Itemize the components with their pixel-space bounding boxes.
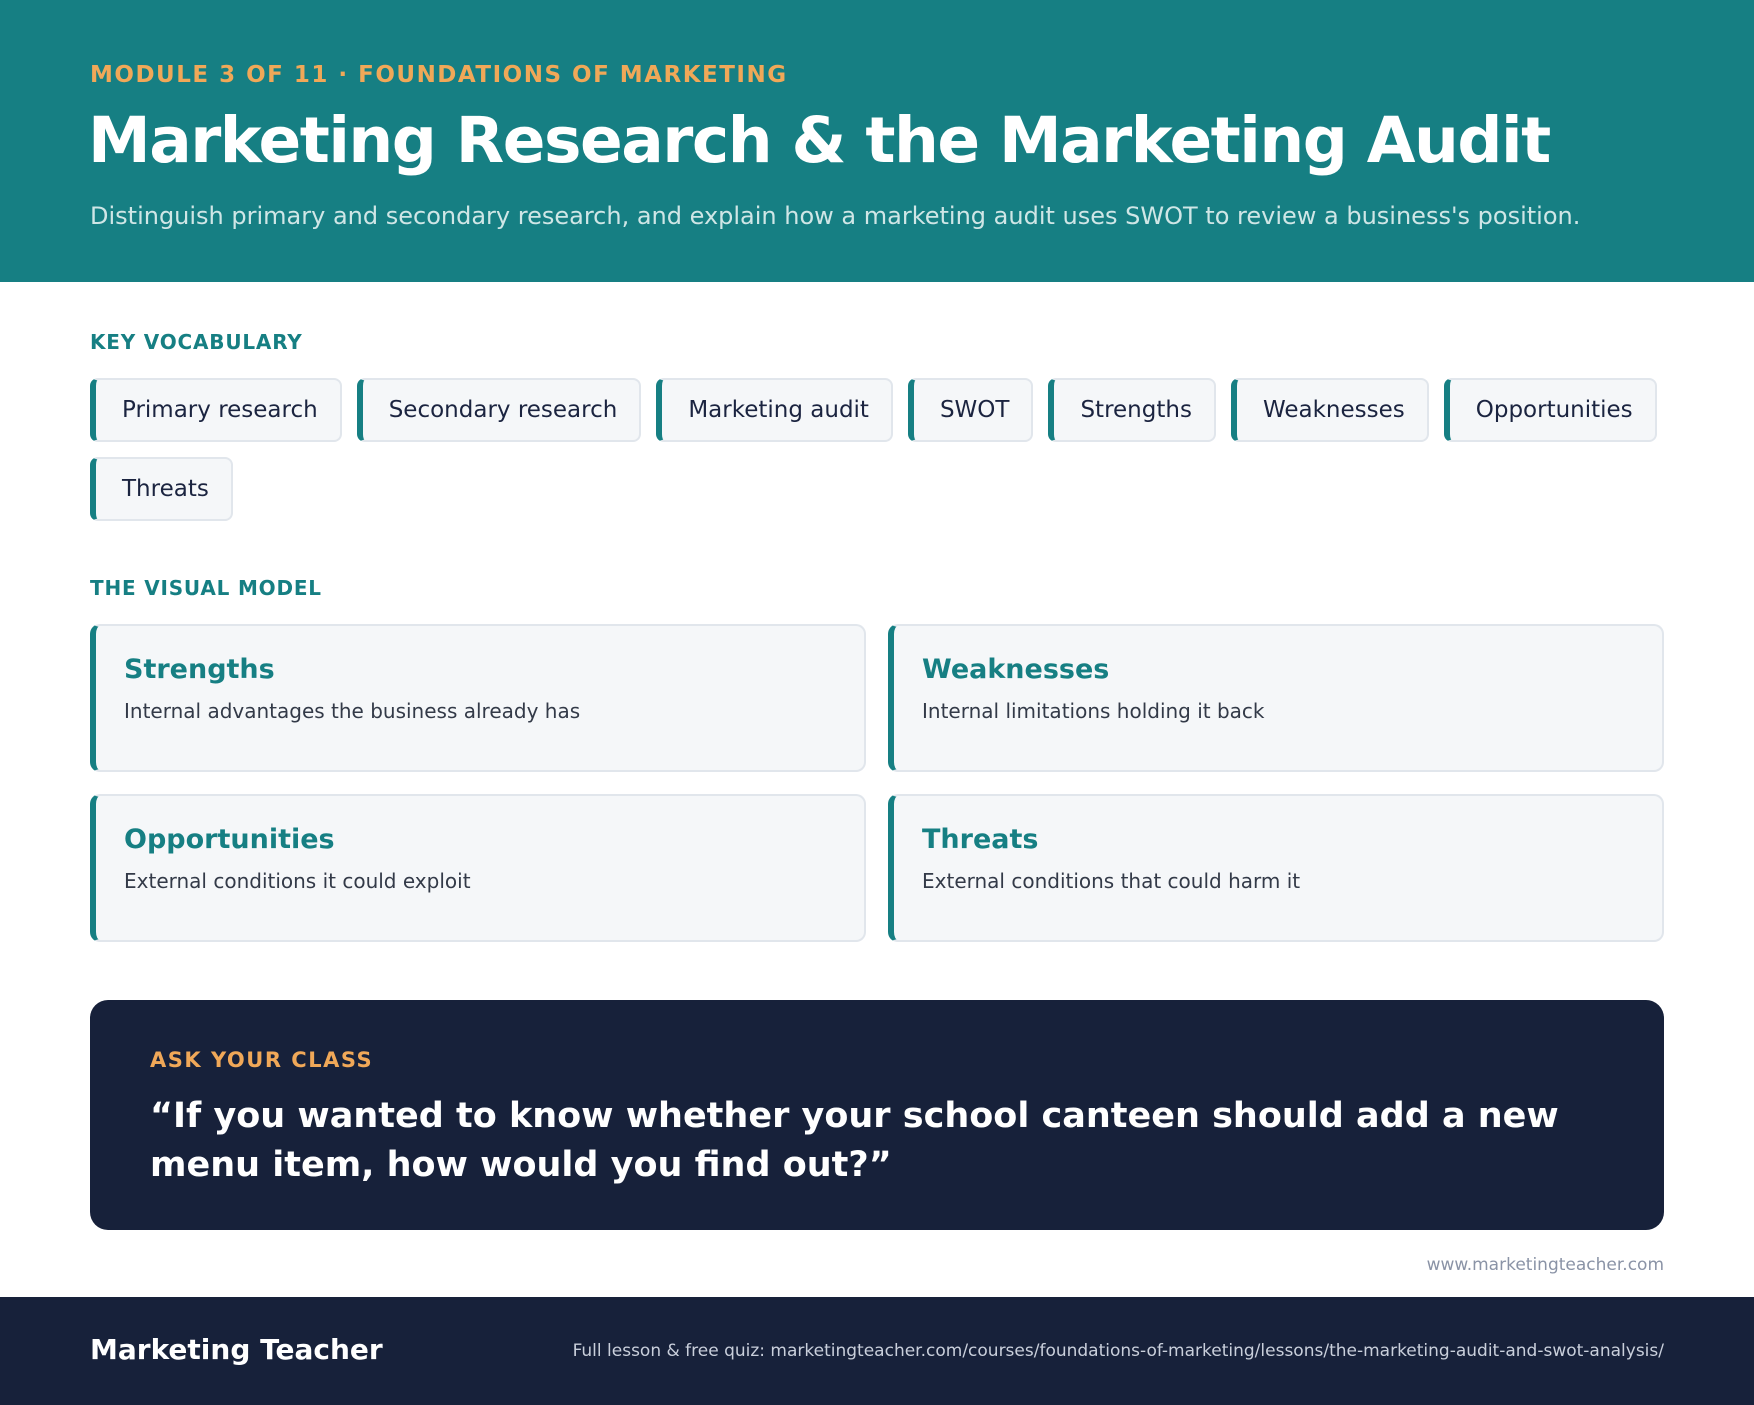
website-link[interactable]: www.marketingteacher.com <box>1427 1255 1664 1275</box>
swot-card-opportunities: Opportunities External conditions it cou… <box>90 794 866 942</box>
key-vocabulary-heading: KEY VOCABULARY <box>90 330 303 354</box>
page-footer: Marketing Teacher Full lesson & free qui… <box>0 1297 1754 1405</box>
vocab-chip-secondary-research: Secondary research <box>356 378 642 442</box>
swot-card-title: Opportunities <box>124 824 335 855</box>
swot-card-title: Strengths <box>124 654 275 685</box>
brand-name: Marketing Teacher <box>90 1333 383 1366</box>
swot-card-title: Threats <box>922 824 1039 855</box>
page-subtitle: Distinguish primary and secondary resear… <box>90 202 1581 230</box>
swot-card-description: External conditions it could exploit <box>124 869 471 893</box>
swot-card-description: Internal advantages the business already… <box>124 699 581 723</box>
vocabulary-chip-list: Primary research Secondary research Mark… <box>90 378 1670 521</box>
vocab-chip-threats: Threats <box>90 457 233 521</box>
module-header: MODULE 3 OF 11 · FOUNDATIONS OF MARKETIN… <box>0 0 1754 282</box>
ask-your-class-label: ASK YOUR CLASS <box>150 1048 374 1072</box>
vocab-chip-weaknesses: Weaknesses <box>1230 378 1429 442</box>
page-title: Marketing Research & the Marketing Audit <box>88 104 1551 177</box>
swot-card-strengths: Strengths Internal advantages the busine… <box>90 624 866 772</box>
swot-card-threats: Threats External conditions that could h… <box>888 794 1664 942</box>
swot-card-title: Weaknesses <box>922 654 1110 685</box>
swot-card-weaknesses: Weaknesses Internal limitations holding … <box>888 624 1664 772</box>
discussion-question: “If you wanted to know whether your scho… <box>150 1096 1559 1185</box>
swot-grid: Strengths Internal advantages the busine… <box>90 624 1664 942</box>
module-eyebrow: MODULE 3 OF 11 · FOUNDATIONS OF MARKETIN… <box>90 62 788 88</box>
swot-card-description: Internal limitations holding it back <box>922 699 1265 723</box>
vocab-chip-marketing-audit: Marketing audit <box>656 378 893 442</box>
vocab-chip-strengths: Strengths <box>1048 378 1216 442</box>
lesson-sheet: MODULE 3 OF 11 · FOUNDATIONS OF MARKETIN… <box>0 0 1754 1405</box>
full-lesson-link[interactable]: Full lesson & free quiz: marketingteache… <box>573 1341 1664 1361</box>
vocab-chip-primary-research: Primary research <box>90 378 342 442</box>
swot-card-description: External conditions that could harm it <box>922 869 1301 893</box>
ask-your-class-panel: ASK YOUR CLASS “If you wanted to know wh… <box>90 1000 1664 1230</box>
vocab-chip-opportunities: Opportunities <box>1443 378 1657 442</box>
visual-model-heading: THE VISUAL MODEL <box>90 576 322 600</box>
vocab-chip-swot: SWOT <box>907 378 1034 442</box>
